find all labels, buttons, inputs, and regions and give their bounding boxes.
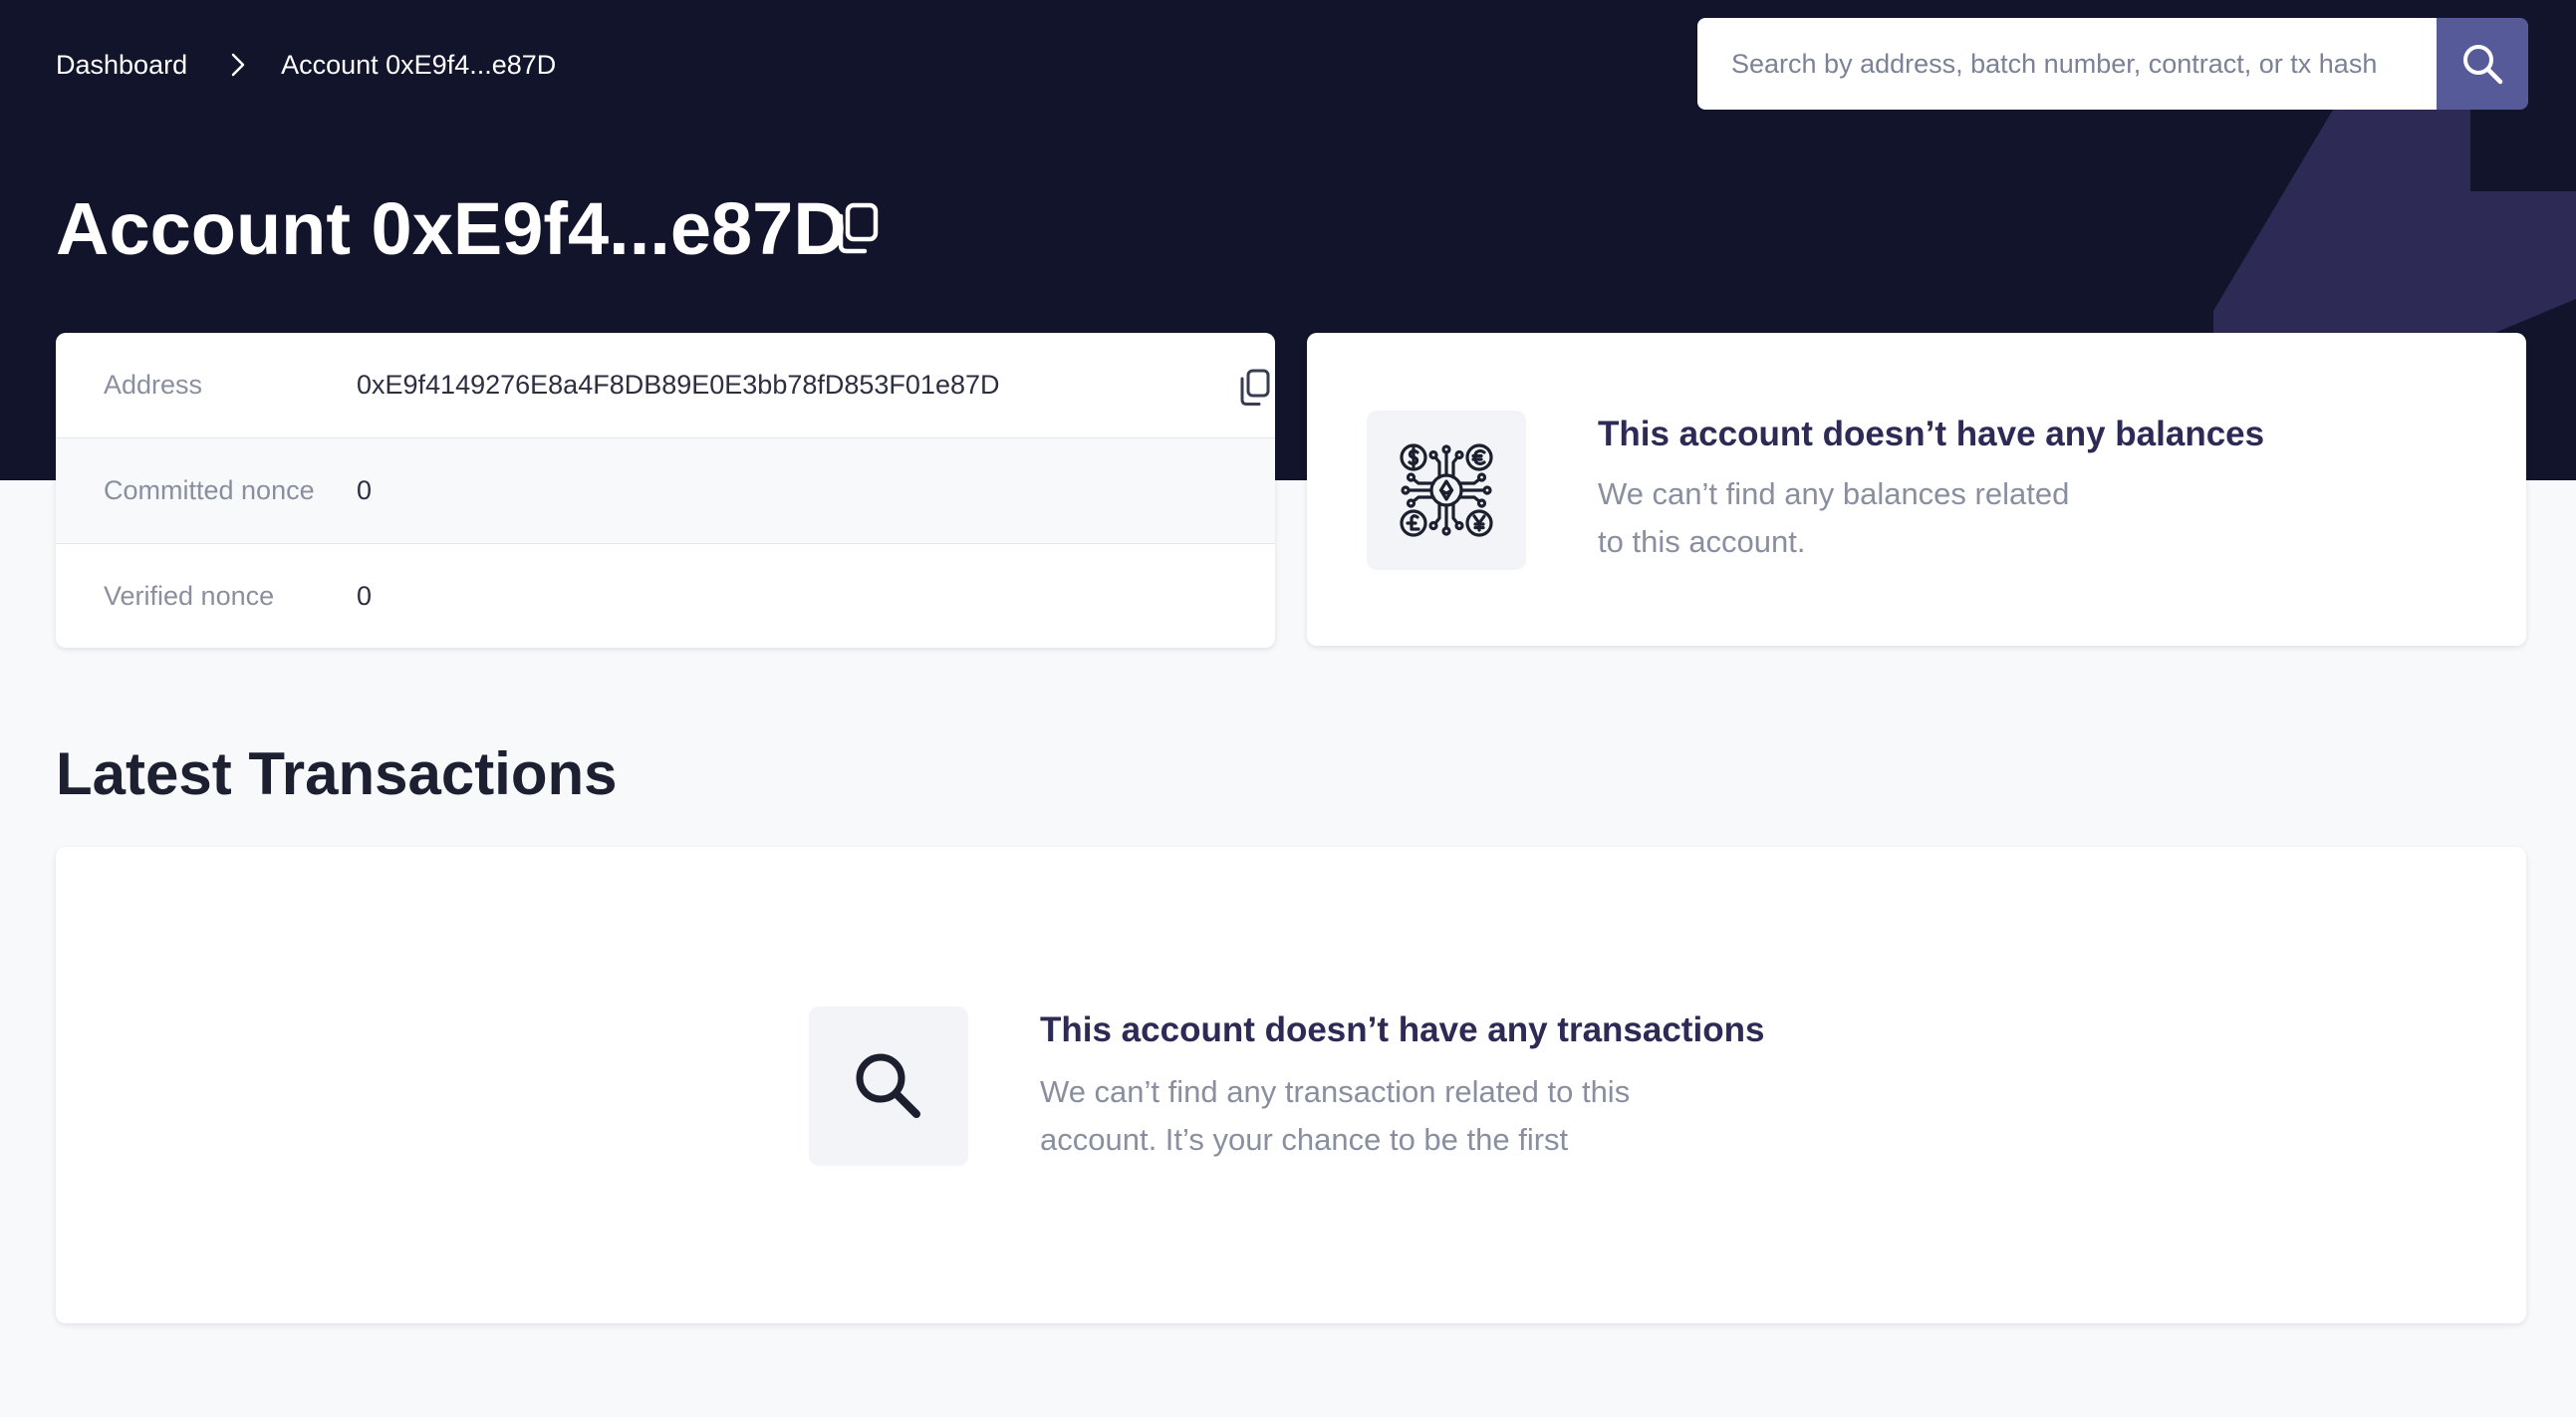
balances-empty-line-2: to this account.: [1598, 524, 1806, 559]
info-label: Address: [104, 370, 203, 400]
info-label: Committed nonce: [104, 475, 315, 505]
copy-icon: [838, 202, 879, 254]
balances-icon-box: [1367, 411, 1526, 570]
copy-address-button[interactable]: [1237, 369, 1271, 414]
latest-transactions-title: Latest Transactions: [56, 740, 618, 807]
currency-exchange-icon: [1400, 443, 1493, 537]
breadcrumb-dashboard-link[interactable]: Dashboard: [56, 50, 187, 81]
chevron-right-icon: [231, 53, 245, 77]
search-bar: [1697, 18, 2528, 110]
info-row-verified-nonce: Verified nonce 0: [56, 544, 1275, 648]
address-value: 0xE9f4149276E8a4F8DB89E0E3bb78fD853F01e8…: [357, 370, 1000, 400]
breadcrumb-current: Account 0xE9f4...e87D: [281, 49, 557, 80]
balances-empty-title: This account doesn’t have any balances: [1598, 415, 2265, 453]
transactions-icon-box: [809, 1006, 968, 1166]
transactions-empty-title: This account doesn’t have any transactio…: [1040, 1010, 1765, 1049]
transactions-card: This account doesn’t have any transactio…: [56, 847, 2526, 1323]
search-button[interactable]: [2437, 18, 2528, 110]
info-row-committed-nonce: Committed nonce 0: [56, 438, 1275, 544]
page-title: Account 0xE9f4...e87D: [56, 187, 847, 270]
info-row-address: Address 0xE9f4149276E8a4F8DB89E0E3bb78fD…: [56, 333, 1275, 438]
committed-nonce-value: 0: [357, 475, 373, 505]
balances-card: This account doesn’t have any balances W…: [1307, 333, 2526, 646]
search-icon: [856, 1053, 920, 1118]
transactions-empty-line-2: account. It’s your chance to be the firs…: [1040, 1122, 1569, 1157]
search-input[interactable]: [1697, 18, 2437, 110]
info-label: Verified nonce: [104, 581, 275, 611]
transactions-empty-line-1: We can’t find any transaction related to…: [1040, 1074, 1631, 1109]
search-icon: [2463, 45, 2503, 85]
breadcrumb: Dashboard Account 0xE9f4...e87D: [56, 48, 556, 82]
copy-icon: [1240, 369, 1270, 406]
verified-nonce-value: 0: [357, 581, 373, 611]
copy-title-button[interactable]: [833, 201, 881, 260]
balances-empty-line-1: We can’t find any balances related: [1598, 476, 2070, 511]
account-info-card: Address 0xE9f4149276E8a4F8DB89E0E3bb78fD…: [56, 333, 1275, 648]
